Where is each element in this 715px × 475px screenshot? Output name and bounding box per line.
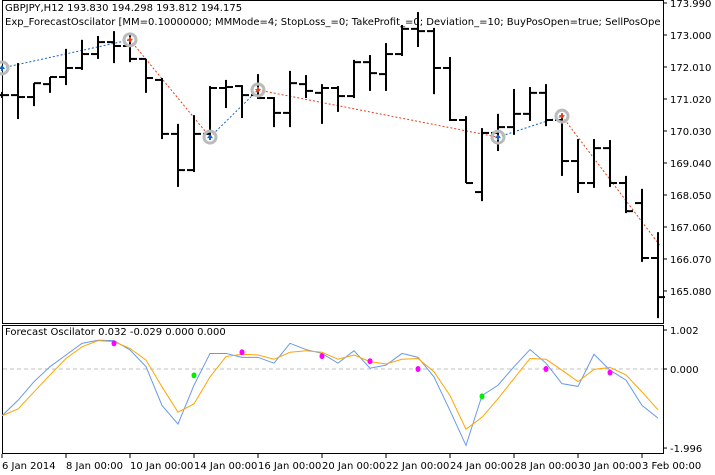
sell-signal-dot — [543, 366, 549, 372]
ohlc-bar — [59, 48, 73, 86]
price-axis-label: 170.030 — [670, 127, 711, 138]
ohlc-bar — [171, 123, 185, 187]
ohlc-bar — [267, 97, 281, 128]
time-axis-label: 10 Jan 00:00 — [130, 461, 193, 472]
ohlc-bar — [203, 86, 217, 136]
price-axis-label: 173.990 — [670, 0, 711, 10]
ohlc-bar — [283, 70, 297, 128]
price-axis-label: 165.080 — [670, 287, 711, 298]
sell-signal-dot — [607, 369, 613, 376]
ohlc-bar — [635, 188, 649, 262]
time-axis-label: 6 Jan 2014 — [2, 461, 56, 472]
time-axis-label: 30 Jan 00:00 — [578, 461, 641, 472]
ohlc-bar — [155, 77, 169, 140]
ohlc-bar — [587, 139, 601, 188]
ohlc-bar — [363, 55, 377, 91]
buy-position-line — [209, 89, 259, 138]
price-axis-label: 167.060 — [670, 223, 711, 234]
price-axis-label: 168.050 — [670, 191, 711, 202]
osc-axis-label: -1.996 — [670, 444, 702, 455]
ohlc-bar — [347, 59, 361, 99]
time-axis-label: 16 Jan 00:00 — [258, 461, 321, 472]
ohlc-bar — [139, 57, 153, 93]
ohlc-bar — [443, 56, 457, 122]
ohlc-bar — [107, 31, 121, 64]
buy-arrow-icon — [495, 134, 501, 141]
sell-position-line — [257, 89, 499, 138]
ohlc-bar — [507, 88, 521, 135]
ohlc-bar — [315, 84, 329, 124]
indicator-label: Forecast Oscilator 0.032 -0.029 0.000 0.… — [5, 327, 226, 338]
ohlc-bar — [603, 140, 617, 187]
symbol-info: GBPJPY,H12 193.830 194.298 193.812 194.1… — [5, 3, 243, 14]
ohlc-bar — [523, 87, 537, 121]
sell-arrow-icon — [127, 36, 133, 43]
sell-signal-dot — [239, 349, 245, 356]
price-axis-label: 171.020 — [670, 95, 711, 106]
ohlc-bar — [571, 139, 585, 194]
buy-signal-dot — [479, 393, 485, 400]
ohlc-bar — [651, 232, 665, 319]
osc-axis-label: 1.002 — [670, 326, 699, 337]
ohlc-bar — [43, 76, 57, 93]
ohlc-bar — [235, 85, 249, 119]
buy-arrow-icon — [207, 134, 213, 141]
buy-signal-dot — [191, 372, 197, 379]
trading-chart[interactable]: 173.990 173.000 172.010 171.020 170.030 169.0… — [0, 0, 715, 475]
sell-signal-dot — [415, 366, 421, 372]
ohlc-bar — [219, 79, 233, 109]
price-axis-label: 166.070 — [670, 255, 711, 266]
time-axis-label: 24 Jan 00:00 — [450, 461, 513, 472]
time-axis-label: 20 Jan 00:00 — [322, 461, 385, 472]
ohlc-bar — [331, 86, 345, 112]
time-axis-label: 28 Jan 00:00 — [514, 461, 577, 472]
ohlc-bar — [379, 43, 393, 91]
sell-signal-dot — [319, 353, 325, 360]
ohlc-bar — [475, 128, 489, 202]
price-axis-label: 172.010 — [670, 63, 711, 74]
ohlc-bar — [459, 116, 473, 185]
price-axis-label: 169.040 — [670, 159, 711, 170]
ohlc-bar — [299, 75, 313, 99]
price-axis-label: 173.000 — [670, 31, 711, 42]
ohlc-bar — [75, 39, 89, 70]
ohlc-bar — [0, 91, 9, 99]
sell-signal-dot — [367, 358, 373, 365]
oscillator-signal-line — [1, 340, 659, 430]
time-axis-label: 3 Feb 00:00 — [642, 461, 701, 472]
time-axis-label: 22 Jan 00:00 — [386, 461, 449, 472]
time-axis-label: 14 Jan 00:00 — [194, 461, 257, 472]
ohlc-bar — [427, 27, 441, 95]
ohlc-bar — [539, 84, 553, 127]
ohlc-bar — [619, 175, 633, 214]
sell-signal-dot — [111, 340, 117, 347]
oscillator-panel-frame — [2, 325, 664, 454]
time-axis-label: 8 Jan 00:00 — [66, 461, 123, 472]
buy-arrow-icon — [0, 64, 5, 71]
ohlc-bar — [555, 115, 569, 176]
ohlc-bar — [27, 82, 41, 107]
expert-info: Exp_ForecastOscilator [MM=0.10000000; MM… — [5, 17, 660, 28]
osc-axis-label: 0.000 — [670, 365, 699, 376]
ohlc-bar — [395, 24, 409, 57]
sell-position-line — [129, 39, 211, 138]
ohlc-bar — [11, 63, 25, 120]
sell-arrow-icon — [559, 113, 565, 120]
